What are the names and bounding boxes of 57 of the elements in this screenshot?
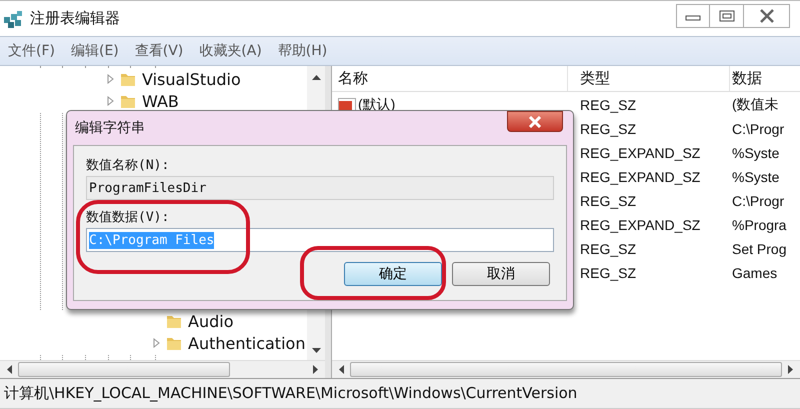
registry-icon [2, 8, 24, 28]
value-data: %Syste [731, 169, 780, 185]
scroll-right-icon [313, 365, 319, 374]
value-type: REG_EXPAND_SZ [579, 169, 702, 185]
value-type: REG_SZ [579, 241, 638, 257]
close-icon [528, 116, 542, 128]
menu-item[interactable]: 帮助(H) [278, 42, 328, 60]
minimize-button[interactable] [676, 4, 710, 28]
value-data: (数值未 [731, 96, 780, 114]
close-button[interactable] [744, 4, 790, 28]
value-data: %Syste [731, 145, 780, 161]
scroll-up-icon [312, 74, 320, 80]
tree-item[interactable]: Audio [188, 312, 234, 330]
menu-item[interactable]: 查看(V) [134, 42, 184, 60]
folder-icon [120, 71, 136, 87]
menu-item[interactable]: 文件(F) [8, 42, 55, 60]
input-field[interactable]: ProgramFilesDir [86, 176, 554, 200]
value-type: REG_EXPAND_SZ [579, 217, 702, 233]
scroll-down-icon [312, 348, 320, 354]
status-bar: 计算机\HKEY_LOCAL_MACHINE\SOFTWARE\Microsoft\Windows\CurrentVersion [0, 379, 800, 409]
tree-item[interactable]: VisualStudio [142, 70, 241, 88]
tree-item[interactable]: WAB [142, 92, 179, 110]
folder-icon [166, 313, 182, 329]
value-type: REG_SZ [579, 121, 638, 137]
close-button[interactable] [507, 111, 563, 132]
horizontal-scrollbar[interactable] [0, 360, 325, 378]
ok-button[interactable]: 确定 [344, 262, 442, 286]
column-header[interactable]: 名称 [332, 66, 568, 91]
value-data: %Progra [731, 217, 788, 233]
maximize-button[interactable] [710, 4, 744, 28]
folder-icon [166, 335, 182, 351]
value-data: C:\Progr [731, 193, 786, 209]
horizontal-scrollbar[interactable] [332, 360, 800, 378]
scroll-right-icon [788, 365, 794, 374]
value-type: REG_EXPAND_SZ [579, 145, 702, 161]
value-type: REG_SZ [579, 97, 638, 113]
scroll-left-icon [6, 365, 12, 374]
cancel-button[interactable]: 取消 [452, 262, 550, 286]
menu-item[interactable]: 收藏夹(A) [199, 42, 262, 60]
maximize-icon [718, 10, 734, 22]
value-data: Games [731, 265, 778, 281]
menu-item[interactable]: 编辑(E) [70, 42, 119, 60]
value-data: Set Prog [731, 241, 788, 257]
column-header[interactable]: 数据 [730, 66, 800, 91]
value-data: C:\Progr [731, 121, 786, 137]
dialog-title: 编辑字符串 [74, 119, 145, 137]
close-icon [758, 9, 774, 23]
value-type: REG_SZ [579, 193, 638, 209]
column-header[interactable]: 类型 [568, 66, 730, 91]
folder-icon [120, 93, 136, 109]
field-label: 数值数据(V): [86, 209, 170, 227]
window-title: 注册表编辑器 [30, 9, 120, 28]
scroll-left-icon [338, 365, 344, 374]
value-type: REG_SZ [579, 265, 638, 281]
field-label: 数值名称(N): [86, 157, 170, 175]
tree-item[interactable]: Authentication [188, 334, 306, 352]
string-value-icon [338, 97, 356, 113]
